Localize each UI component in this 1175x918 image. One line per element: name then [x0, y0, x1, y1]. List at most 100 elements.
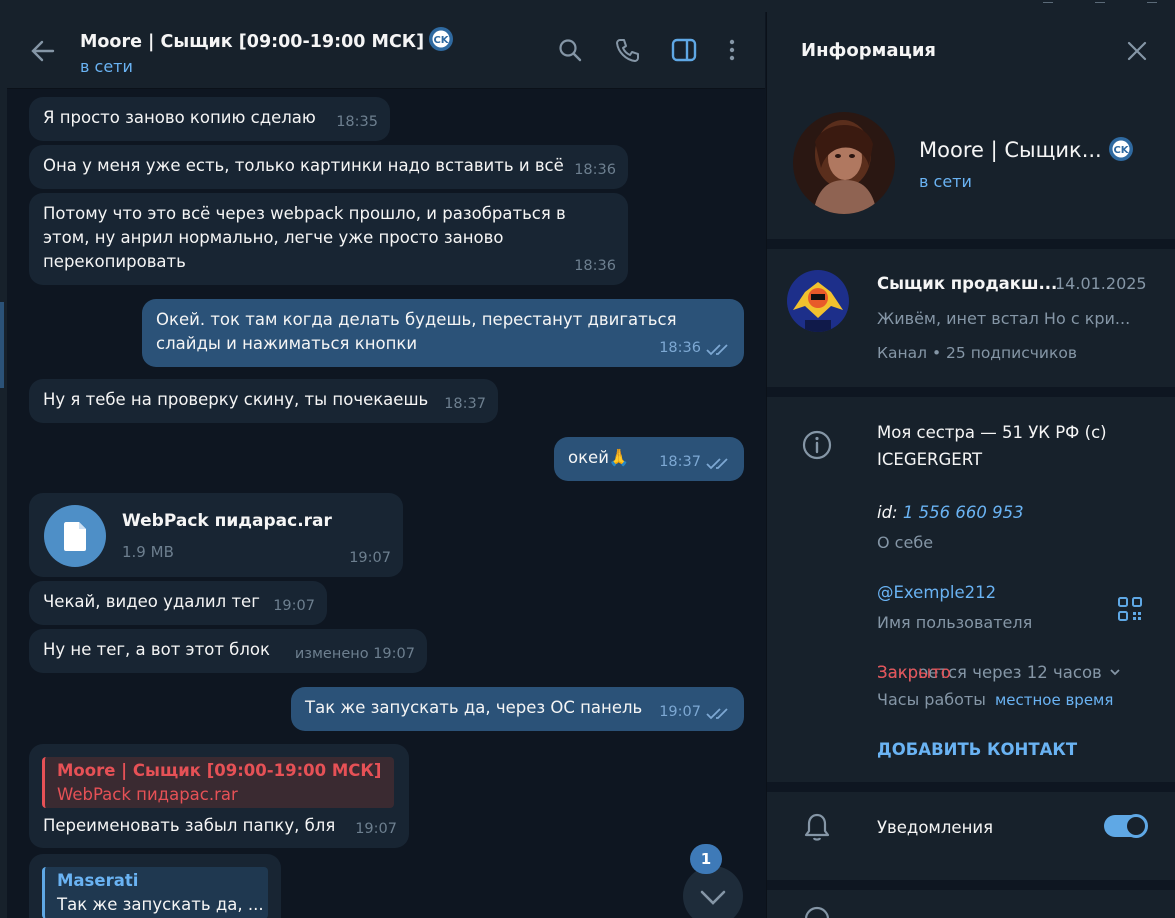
message-out[interactable]: окей🙏 18:37: [554, 437, 744, 481]
username-label: Имя пользователя: [877, 613, 1033, 632]
message-in[interactable]: Я просто заново копию сделаю 18:35: [29, 97, 390, 141]
message-time: 18:36: [574, 258, 616, 274]
reply-quote[interactable]: Moore | Сыщик [09:00-19:00 МСК] WebPack …: [42, 757, 394, 808]
profile-photo: [793, 112, 895, 214]
more-vertical-icon[interactable]: [719, 37, 745, 63]
left-edge: [0, 12, 7, 918]
message-line: Потому что это всё через webpack прошло,…: [43, 204, 566, 223]
message-in[interactable]: Она у меня уже есть, только картинки над…: [29, 145, 628, 189]
profile-status: в сети: [919, 172, 972, 191]
message-text: окей🙏: [568, 448, 630, 467]
notifications-label: Уведомления: [877, 818, 994, 837]
maximize-icon[interactable]: [1095, 0, 1105, 3]
reply-message[interactable]: Maserati Так же запускать да, ...: [29, 854, 281, 918]
verified-ck-icon: CK: [1108, 137, 1133, 161]
message-text: Так же запускать да, через ОС панель: [305, 698, 643, 717]
chat-messages-area[interactable]: Я просто заново копию сделаю 18:35 Она у…: [7, 89, 765, 918]
user-id-value[interactable]: 1 556 660 953: [903, 503, 1024, 522]
qr-code-icon[interactable]: [1117, 596, 1143, 622]
close-window-icon[interactable]: [1147, 0, 1157, 3]
message-text: Переименовать забыл папку, бля: [43, 816, 336, 835]
message-time: изменено 19:07: [294, 646, 415, 662]
notifications-toggle[interactable]: [1104, 814, 1148, 838]
file-message[interactable]: WebPack пидарас.rar 1.9 MB 19:07: [29, 493, 403, 577]
message-text: Чекай, видео удалил тег: [43, 592, 260, 611]
search-icon[interactable]: [557, 37, 583, 63]
message-time: 19:07: [355, 821, 397, 837]
scroll-down-button[interactable]: [683, 866, 743, 918]
about-label: О себе: [877, 533, 934, 552]
reply-text: WebPack пидарас.rar: [57, 785, 238, 804]
local-time-link[interactable]: местное время: [995, 691, 1113, 709]
message-time: 18:37: [444, 396, 486, 412]
close-icon[interactable]: [1125, 39, 1149, 63]
document-icon: [64, 522, 86, 551]
message-time: 19:07: [273, 598, 315, 614]
file-icon[interactable]: [44, 505, 106, 567]
message-line: Окей. ток там когда делать будешь, перес…: [156, 310, 677, 329]
message-line: этом, ну анрил нормально, легче уже прос…: [43, 228, 504, 247]
message-text: Я просто заново копию сделаю: [43, 108, 316, 127]
user-id-prefix: id:: [877, 503, 898, 522]
avatar[interactable]: [793, 112, 895, 214]
reply-quote[interactable]: Maserati Так же запускать да, ...: [42, 867, 268, 918]
message-out[interactable]: Окей. ток там когда делать будешь, перес…: [142, 299, 744, 367]
file-size: 1.9 MB: [122, 543, 174, 561]
channel-meta: Канал • 25 подписчиков: [877, 344, 1077, 362]
bio-line: Моя сестра — 51 УК РФ (с): [877, 423, 1107, 442]
unread-badge[interactable]: 1: [690, 844, 722, 874]
file-name[interactable]: WebPack пидарас.rar: [122, 509, 332, 533]
message-text: Ну я тебе на проверку скину, ты почекаеш…: [43, 390, 429, 409]
hours-label: Часы работы: [877, 690, 986, 709]
username-link[interactable]: @Exemple212: [877, 583, 996, 602]
channel-avatar[interactable]: [787, 270, 849, 332]
section-divider: [767, 387, 1175, 397]
message-text: Окей. ток там когда делать будешь, перес…: [156, 308, 677, 356]
channel-date: 14.01.2025: [1055, 274, 1147, 293]
add-contact-button[interactable]: ДОБАВИТЬ КОНТАКТ: [877, 740, 1077, 759]
channel-preview: Живём, инет встал Но с кри...: [877, 309, 1131, 328]
sidebar-toggle-icon[interactable]: [671, 37, 697, 63]
chevron-down-icon: [1110, 669, 1120, 676]
message-line: перекопировать: [43, 252, 186, 271]
double-check-icon: [706, 708, 728, 720]
message-out[interactable]: Так же запускать да, через ОС панель 19:…: [291, 687, 744, 731]
back-arrow-icon[interactable]: [29, 37, 57, 65]
channel-name[interactable]: Сыщик продакш...: [877, 274, 1057, 293]
message-in[interactable]: Ну не тег, а вот этот блок изменено 19:0…: [29, 629, 427, 673]
scroll-indicator: [0, 302, 4, 388]
message-time: 19:07: [659, 704, 701, 720]
info-panel: Информация Moore | Сыщик... CK в сети Сыщ…: [766, 12, 1175, 918]
toggle-knob: [1124, 814, 1148, 838]
reply-message[interactable]: Moore | Сыщик [09:00-19:00 МСК] WebPack …: [29, 744, 409, 848]
message-time: 18:36: [659, 340, 701, 356]
message-in[interactable]: Потому что это всё через webpack прошло,…: [29, 193, 628, 285]
bell-icon: [804, 813, 830, 841]
svg-text:CK: CK: [434, 35, 450, 46]
chat-title-text: Moore | Сыщик [09:00-19:00 МСК]: [80, 32, 425, 52]
section-divider: [767, 782, 1175, 792]
message-time: 18:35: [336, 114, 378, 130]
hours-status[interactable]: Закрыто Закроется через 12 часов: [877, 663, 1121, 682]
bio-line: ICEGERGERT: [877, 450, 983, 469]
info-panel-title: Информация: [801, 40, 936, 61]
reply-text: Так же запускать да, ...: [57, 895, 264, 914]
message-in[interactable]: Ну я тебе на проверку скину, ты почекаеш…: [29, 379, 498, 423]
chat-status: в сети: [80, 57, 133, 76]
message-in[interactable]: Чекай, видео удалил тег 19:07: [29, 581, 327, 625]
info-icon: [802, 430, 832, 460]
message-time: 18:37: [659, 454, 701, 470]
hours-row: Часы работы местное время: [877, 690, 1113, 709]
reply-author: Moore | Сыщик [09:00-19:00 МСК]: [57, 761, 382, 780]
user-id[interactable]: id: 1 556 660 953: [877, 503, 1024, 522]
reply-author: Maserati: [57, 871, 139, 890]
message-line: слайды и нажиматься кнопки: [156, 334, 418, 353]
timer-icon: [804, 906, 830, 918]
message-time: 18:36: [574, 162, 616, 178]
minimize-icon[interactable]: [1043, 0, 1053, 3]
phone-icon[interactable]: [614, 37, 640, 63]
message-text: Она у меня уже есть, только картинки над…: [43, 156, 564, 175]
verified-ck-icon: CK: [429, 27, 454, 51]
chevron-down-icon: [700, 890, 726, 905]
chat-title[interactable]: Moore | Сыщик [09:00-19:00 МСК] CK: [80, 26, 454, 52]
